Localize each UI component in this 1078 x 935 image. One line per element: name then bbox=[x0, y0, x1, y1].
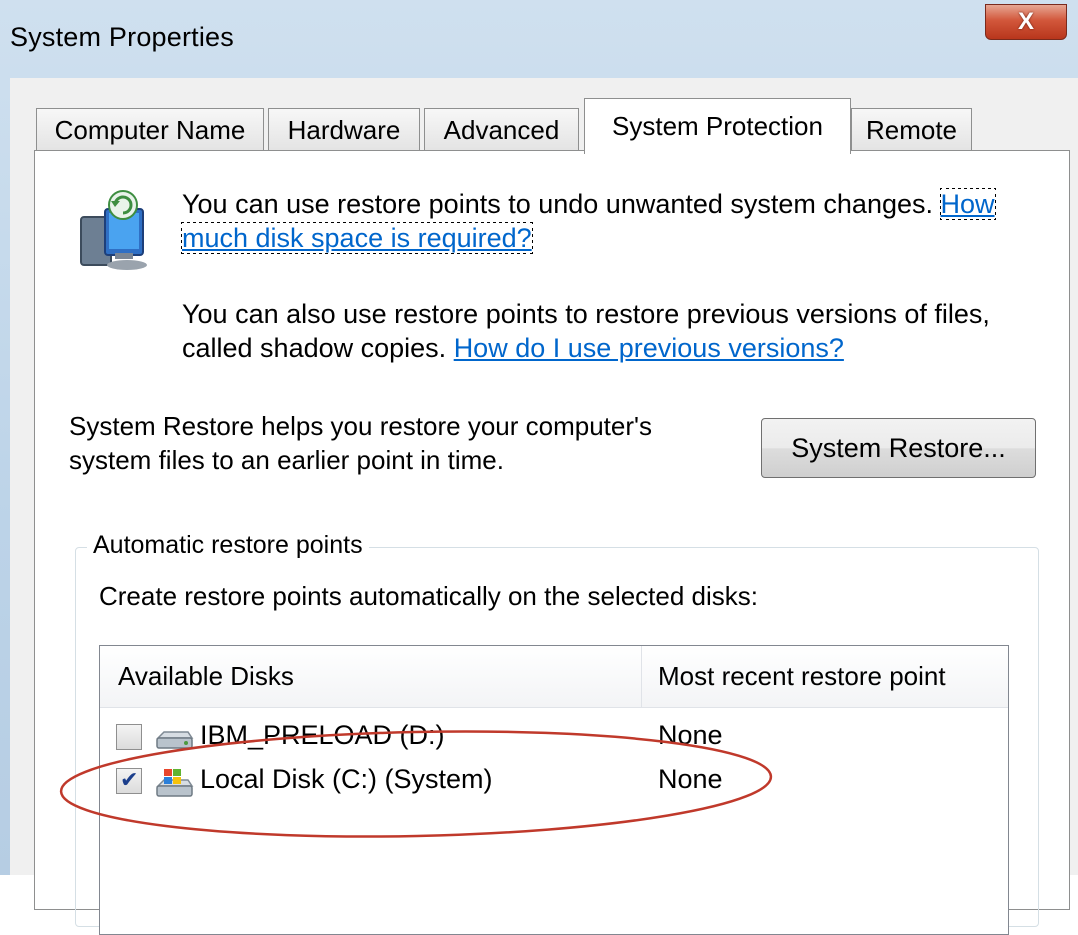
close-icon: X bbox=[1017, 8, 1034, 35]
previous-versions-help-link[interactable]: How do I use previous versions? bbox=[454, 333, 844, 363]
system-restore-button[interactable]: System Restore... bbox=[761, 418, 1036, 478]
tab-advanced[interactable]: Advanced bbox=[424, 108, 579, 152]
close-button[interactable]: X bbox=[985, 4, 1067, 40]
system-restore-description: System Restore helps you restore your co… bbox=[69, 411, 652, 475]
system-drive-icon bbox=[156, 769, 194, 797]
shadow-copies-paragraph: You can also use restore points to resto… bbox=[182, 297, 1062, 365]
disk-name: IBM_PRELOAD (D:) bbox=[200, 720, 445, 750]
list-row[interactable]: IBM_PRELOAD (D:) None bbox=[100, 716, 1008, 760]
restore-point-value: None bbox=[658, 764, 723, 794]
disk-name: Local Disk (C:) (System) bbox=[200, 764, 493, 794]
drive-icon bbox=[156, 731, 194, 749]
system-protection-icon bbox=[80, 190, 147, 270]
disk-list[interactable]: Available Disks Most recent restore poin… bbox=[99, 645, 1009, 935]
title-bar[interactable]: System Properties X bbox=[0, 0, 1078, 78]
disk-checkbox[interactable] bbox=[116, 724, 142, 750]
disk-checkbox[interactable] bbox=[116, 767, 142, 794]
group-description: Create restore points automatically on t… bbox=[99, 581, 759, 611]
intro-paragraph: You can use restore points to undo unwan… bbox=[181, 187, 1062, 255]
dialog-body: Computer Name Hardware Advanced System P… bbox=[10, 78, 1078, 935]
tab-remote[interactable]: Remote bbox=[851, 108, 972, 152]
restore-point-value: None bbox=[658, 720, 723, 750]
tab-hardware[interactable]: Hardware bbox=[268, 108, 420, 152]
group-label: Automatic restore points bbox=[87, 531, 369, 560]
intro-text: You can use restore points to undo unwan… bbox=[182, 189, 933, 219]
tab-system-protection[interactable]: System Protection bbox=[584, 98, 851, 154]
column-header-recent-restore-point[interactable]: Most recent restore point bbox=[642, 646, 1008, 708]
list-row[interactable]: Local Disk (C:) (System) None bbox=[100, 760, 1008, 804]
tab-computer-name[interactable]: Computer Name bbox=[36, 108, 264, 152]
column-header-available-disks[interactable]: Available Disks bbox=[100, 646, 642, 708]
system-protection-page: You can use restore points to undo unwan… bbox=[34, 150, 1070, 935]
window-frame: System Properties X Computer Name Hardwa… bbox=[0, 0, 1078, 935]
window-title: System Properties bbox=[10, 22, 234, 52]
